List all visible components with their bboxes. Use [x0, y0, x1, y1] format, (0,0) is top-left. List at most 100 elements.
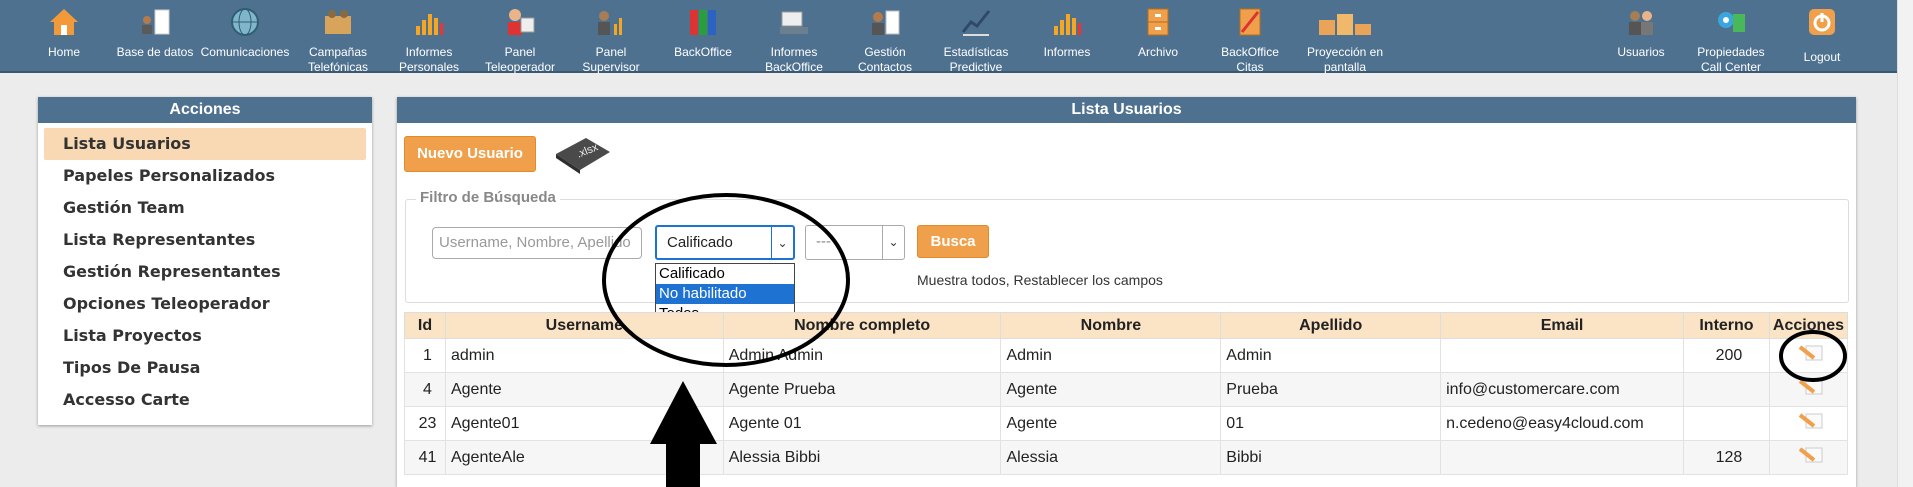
sidebar-item-gestion-representantes[interactable]: Gestión Representantes: [44, 256, 366, 288]
xlsx-icon: .xlsx: [556, 138, 610, 174]
edit-user-button[interactable]: [1768, 406, 1849, 441]
sidebar-item-lista-proyectos[interactable]: Lista Proyectos: [44, 320, 366, 352]
cell-id: 4: [404, 372, 446, 407]
page-scrollbar[interactable]: [1897, 0, 1913, 487]
sidebar-item-tipos-de-pausa[interactable]: Tipos De Pausa: [44, 352, 366, 384]
database-icon: [142, 9, 170, 35]
cell-extension: 128: [1683, 440, 1770, 475]
cell-extension: [1683, 406, 1770, 441]
operator-icon: [508, 9, 535, 35]
cell-full-name: Admin Admin: [722, 338, 1002, 373]
nav-reports[interactable]: Informes: [1022, 0, 1112, 73]
column-header-actions: Acciones: [1768, 312, 1849, 339]
nav-contact-management[interactable]: Gestión Contactos: [840, 0, 930, 74]
column-header-username[interactable]: Username: [444, 312, 724, 339]
cell-email: n.cedeno@easy4cloud.com: [1440, 406, 1684, 441]
edit-user-button[interactable]: [1768, 338, 1849, 373]
globe-icon: [231, 8, 259, 36]
chevron-down-icon: ⌄: [882, 226, 904, 259]
column-header-full-name[interactable]: Nombre completo: [722, 312, 1002, 339]
sidebar-item-lista-usuarios[interactable]: Lista Usuarios: [44, 128, 366, 160]
cell-name: Agente: [1000, 372, 1222, 407]
cell-surname: 01: [1220, 406, 1442, 441]
nav-backoffice-reports[interactable]: Informes BackOffice: [749, 0, 839, 74]
sidebar-item-opciones-teleoperador[interactable]: Opciones Teleoperador: [44, 288, 366, 320]
search-button[interactable]: Busca: [917, 225, 989, 258]
nav-communications[interactable]: Comunicaciones: [200, 0, 290, 73]
cell-username: admin: [444, 338, 724, 373]
nav-predictive-stats[interactable]: Estadísticas Predictive: [931, 0, 1021, 74]
column-header-id[interactable]: Id: [404, 312, 446, 339]
binders-icon: [690, 10, 716, 35]
table-row: 4 Agente Agente Prueba Agente Prueba inf…: [404, 372, 1849, 407]
bar-chart-icon: [1054, 14, 1081, 35]
nav-database[interactable]: Base de datos: [110, 0, 200, 73]
cell-full-name: Agente Prueba: [722, 372, 1002, 407]
top-navigation-bar: Home Base de datos Comunicaciones Campañ…: [0, 0, 1913, 74]
users-table: Id Username Nombre completo Nombre Apell…: [404, 312, 1849, 475]
edit-icon: [1798, 413, 1823, 429]
nav-archive[interactable]: Archivo: [1113, 0, 1203, 73]
column-header-extension[interactable]: Interno: [1683, 312, 1770, 339]
campaign-icon: [325, 10, 351, 34]
sidebar-item-lista-representantes[interactable]: Lista Representantes: [44, 224, 366, 256]
edit-icon: [1798, 447, 1823, 463]
sidebar-item-papeles-personalizados[interactable]: Papeles Personalizados: [44, 160, 366, 192]
nav-supervisor-panel[interactable]: Panel Supervisor: [566, 0, 656, 74]
page-title: Lista Usuarios: [397, 97, 1856, 123]
sidebar-title: Acciones: [38, 97, 372, 123]
power-icon: [1809, 9, 1835, 35]
podium-icon: [1319, 14, 1371, 35]
cell-username: AgenteAle: [444, 440, 724, 475]
nav-home[interactable]: Home: [19, 0, 109, 73]
notebook-icon: [1239, 8, 1261, 36]
sidebar-item-accesso-carte[interactable]: Accesso Carte: [44, 384, 366, 416]
nav-personal-reports[interactable]: Informes Personales: [384, 0, 474, 74]
cell-email: info@customercare.com: [1440, 372, 1684, 407]
keyboard-icon: [780, 11, 808, 34]
status-select[interactable]: Calificado ⌄: [655, 225, 795, 260]
cell-name: Admin: [1000, 338, 1222, 373]
edit-icon: [1798, 379, 1823, 395]
new-user-button[interactable]: Nuevo Usuario: [404, 136, 536, 172]
status-option-no-habilitado[interactable]: No habilitado: [656, 284, 794, 304]
cell-surname: Bibbi: [1220, 440, 1442, 475]
nav-logout[interactable]: Logout: [1777, 0, 1867, 73]
cell-username: Agente01: [444, 406, 724, 441]
table-row: 23 Agente01 Agente 01 Agente 01 n.cedeno…: [404, 406, 1849, 441]
cell-name: Alessia: [1000, 440, 1222, 475]
nav-operator-panel[interactable]: Panel Teleoperador: [475, 0, 565, 74]
column-header-name[interactable]: Nombre: [1000, 312, 1222, 339]
xlsx-export-button[interactable]: .xlsx: [550, 132, 614, 176]
edit-user-button[interactable]: [1768, 440, 1849, 475]
users-icon: [1629, 11, 1653, 35]
line-chart-icon: [961, 10, 991, 36]
nav-backoffice-appointments[interactable]: BackOffice Citas: [1205, 0, 1295, 74]
nav-backoffice[interactable]: BackOffice: [658, 0, 748, 73]
cell-username: Agente: [444, 372, 724, 407]
cell-id: 41: [404, 440, 446, 475]
column-header-surname[interactable]: Apellido: [1220, 312, 1442, 339]
chevron-down-icon: ⌄: [771, 227, 793, 258]
sidebar-item-gestion-team[interactable]: Gestión Team: [44, 192, 366, 224]
nav-screen-projection[interactable]: Proyección en pantalla: [1296, 0, 1394, 74]
cell-name: Agente: [1000, 406, 1222, 441]
nav-call-center-properties[interactable]: Propiedades Call Center: [1686, 0, 1776, 74]
home-icon: [50, 9, 78, 35]
reset-fields-link[interactable]: Muestra todos, Restablecer los campos: [917, 272, 1163, 288]
cell-full-name: Agente 01: [722, 406, 1002, 441]
cell-email: [1440, 440, 1684, 475]
gears-icon: [1718, 12, 1745, 32]
status-option-calificado[interactable]: Calificado: [656, 264, 794, 284]
cell-id: 1: [404, 338, 446, 373]
secondary-select[interactable]: --- ⌄: [805, 225, 905, 260]
edit-user-button[interactable]: [1768, 372, 1849, 407]
nav-campaigns[interactable]: Campañas Telefónicas: [293, 0, 383, 74]
column-header-email[interactable]: Email: [1440, 312, 1684, 339]
search-input[interactable]: Username, Nombre, Apellido: [432, 227, 642, 259]
cell-surname: Prueba: [1220, 372, 1442, 407]
cell-id: 23: [404, 406, 446, 441]
actions-sidebar: Acciones Lista Usuarios Papeles Personal…: [38, 97, 372, 425]
nav-users[interactable]: Usuarios: [1596, 0, 1686, 73]
cell-email: [1440, 338, 1684, 373]
